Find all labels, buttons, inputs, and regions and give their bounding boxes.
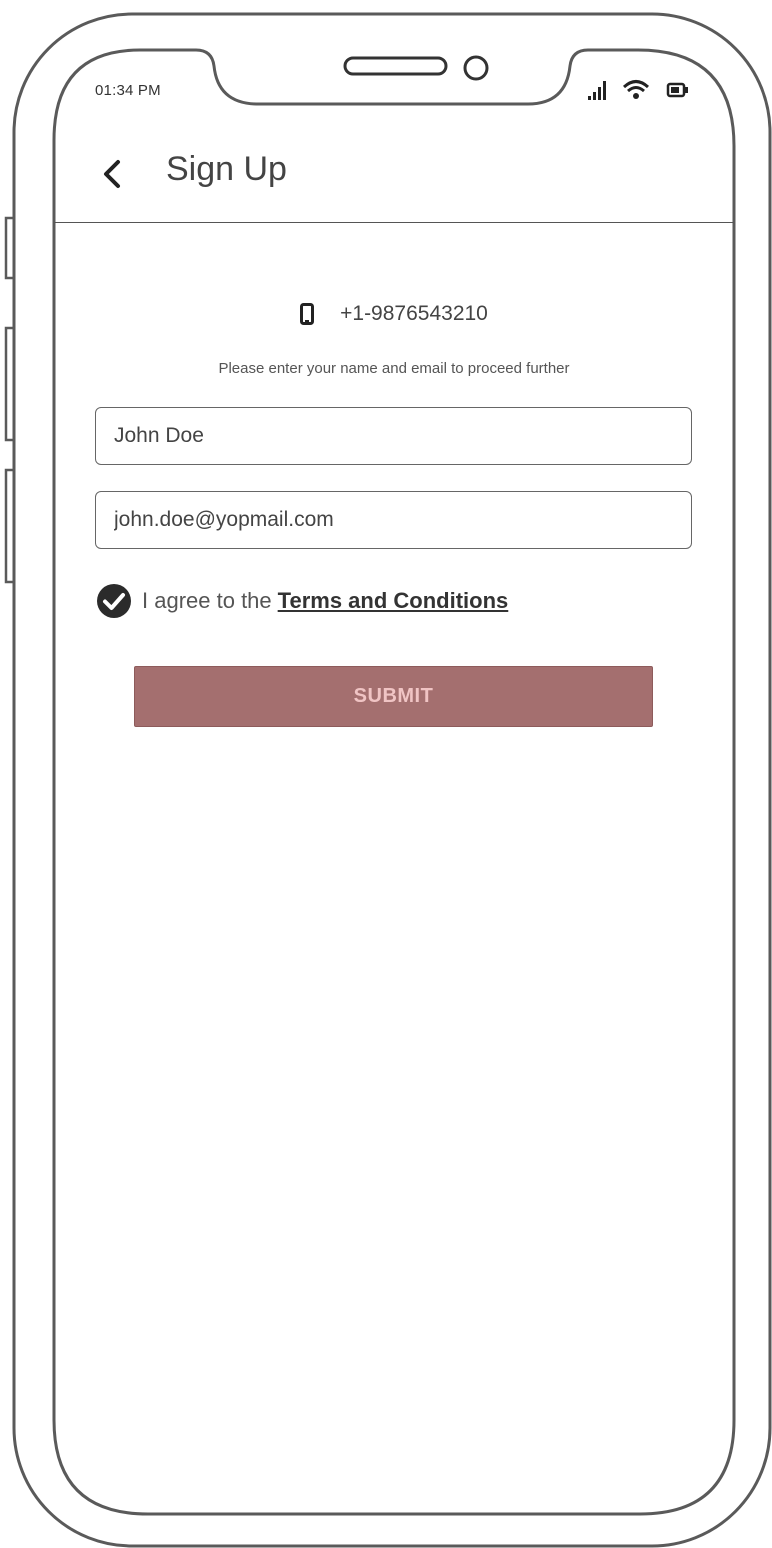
speaker [343, 56, 448, 76]
submit-button[interactable]: SUBMIT [134, 666, 653, 727]
chevron-left-icon[interactable] [92, 152, 128, 196]
terms-agreement: I agree to the Terms and Conditions [96, 583, 508, 619]
side-button [4, 216, 16, 280]
phone-screen: 01:34 PM Sign Up +1-9876543210 Please en… [0, 0, 772, 1548]
email-input[interactable] [95, 491, 692, 549]
status-time: 01:34 PM [95, 82, 161, 99]
side-button [4, 326, 16, 442]
status-icons [588, 80, 688, 100]
signal-icon [588, 81, 606, 100]
page-title: Sign Up [166, 150, 287, 188]
agree-label: I agree to the [142, 588, 272, 613]
app-header: Sign Up [54, 130, 734, 223]
terms-link[interactable]: Terms and Conditions [278, 588, 509, 613]
battery-icon [666, 82, 688, 98]
name-input[interactable] [95, 407, 692, 465]
phone-number: +1-9876543210 [340, 302, 488, 325]
wifi-icon [622, 80, 650, 99]
phone-frame [4, 12, 772, 1548]
camera [463, 55, 489, 81]
mobile-phone-icon [300, 303, 315, 325]
checkbox-checked-icon[interactable] [96, 583, 132, 619]
side-button [4, 468, 16, 584]
phone-number-row: +1-9876543210 [54, 302, 734, 340]
form-hint: Please enter your name and email to proc… [218, 360, 570, 377]
